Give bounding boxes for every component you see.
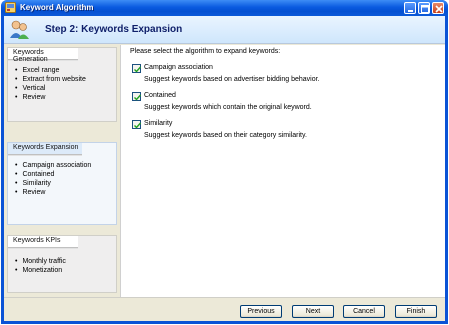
algorithm-panel: Please select the algorithm to expand ke…: [120, 45, 445, 297]
next-button[interactable]: Next: [292, 305, 334, 318]
steps-sidebar: Keywords Generation Excel range Extract …: [4, 45, 120, 297]
step-item-contained: Contained: [15, 170, 116, 179]
step-item-monthly-traffic: Monthly traffic: [15, 257, 116, 266]
maximize-button[interactable]: [418, 2, 430, 14]
app-icon: [5, 2, 16, 13]
similarity-checkbox[interactable]: [132, 120, 142, 129]
step-item-review: Review: [15, 188, 116, 197]
step-group-title: Keywords Expansion: [8, 143, 82, 155]
step-item-similarity: Similarity: [15, 179, 116, 188]
previous-button[interactable]: Previous: [240, 305, 282, 318]
campaign-association-checkbox[interactable]: [132, 64, 142, 73]
campaign-association-label[interactable]: Campaign association: [144, 64, 213, 71]
step-item-extract-from-website: Extract from website: [15, 75, 116, 84]
similarity-label[interactable]: Similarity: [144, 120, 172, 127]
instruction-text: Please select the algorithm to expand ke…: [130, 48, 281, 55]
step-item-review: Review: [15, 93, 116, 102]
step-group-keywords-kpis[interactable]: Keywords KPIs Monthly traffic Monetizati…: [7, 235, 117, 293]
cancel-button[interactable]: Cancel: [343, 305, 385, 318]
step-header: Step 2: Keywords Expansion: [4, 16, 445, 44]
window-title: Keyword Algorithm: [20, 3, 94, 12]
step-item-vertical: Vertical: [15, 84, 116, 93]
title-bar[interactable]: Keyword Algorithm: [1, 0, 448, 16]
wizard-window: Keyword Algorithm Step 2: Keywords Expan…: [1, 0, 448, 324]
contained-checkbox[interactable]: [132, 92, 142, 101]
finish-button[interactable]: Finish: [395, 305, 437, 318]
campaign-association-description: Suggest keywords based on advertiser bid…: [144, 76, 320, 83]
wizard-users-icon: [8, 18, 30, 40]
step-group-keywords-generation[interactable]: Keywords Generation Excel range Extract …: [7, 47, 117, 122]
step-title: Step 2: Keywords Expansion: [45, 24, 183, 35]
contained-description: Suggest keywords which contain the origi…: [144, 104, 312, 111]
contained-label[interactable]: Contained: [144, 92, 176, 99]
similarity-description: Suggest keywords based on their category…: [144, 132, 307, 139]
step-group-title: Keywords KPIs: [8, 236, 78, 248]
step-item-campaign-association: Campaign association: [15, 161, 116, 170]
minimize-button[interactable]: [404, 2, 416, 14]
wizard-client-area: Step 2: Keywords Expansion Keywords Gene…: [4, 16, 445, 321]
step-group-keywords-expansion[interactable]: Keywords Expansion Campaign association …: [7, 142, 117, 225]
close-button[interactable]: [432, 2, 444, 14]
step-group-title: Keywords Generation: [8, 48, 78, 63]
step-item-monetization: Monetization: [15, 266, 116, 275]
wizard-footer: Previous Next Cancel Finish: [4, 297, 445, 321]
step-item-excel-range: Excel range: [15, 66, 116, 75]
